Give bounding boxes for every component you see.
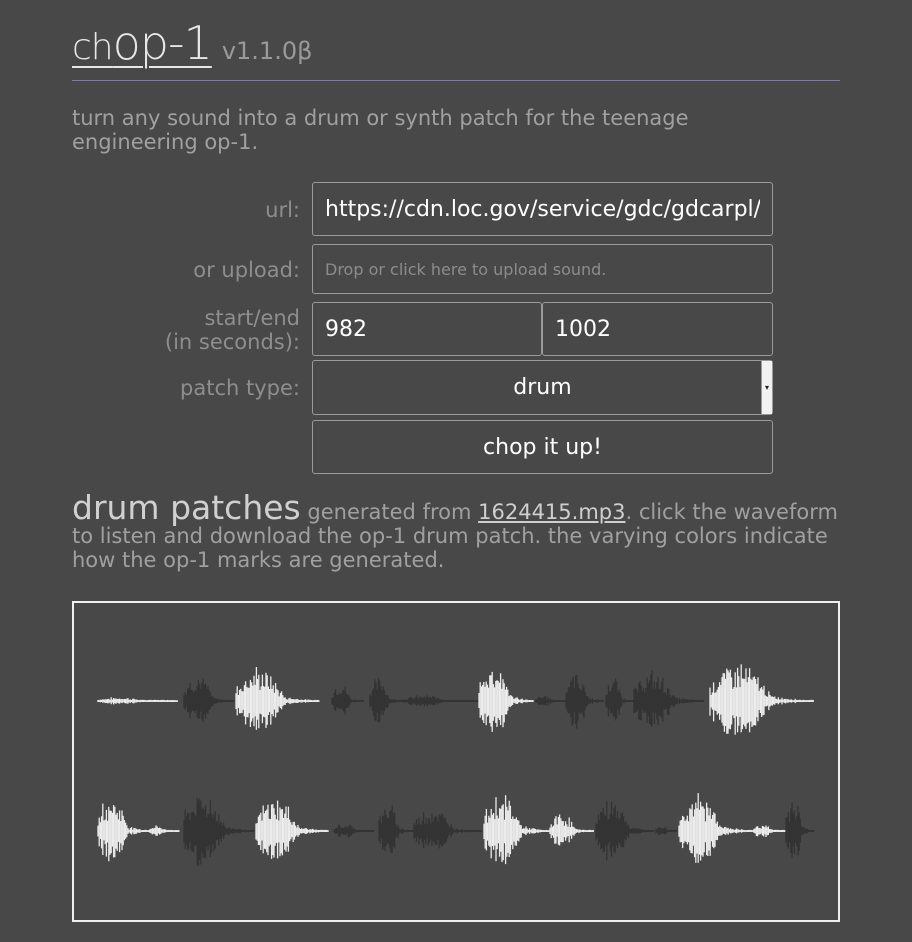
header-divider <box>72 80 840 81</box>
startend-label-line1: start/end <box>204 306 300 330</box>
version-label: v1.1.0β <box>221 37 313 65</box>
end-input[interactable]: 1002 <box>542 302 773 356</box>
upload-placeholder: Drop or click here to upload sound. <box>325 259 607 279</box>
results-text-before: generated from <box>307 500 472 524</box>
upload-dropzone[interactable]: Drop or click here to upload sound. <box>312 244 773 294</box>
source-file-link[interactable]: 1624415.mp3 <box>478 500 625 524</box>
url-input-value: https://cdn.loc.gov/service/gdc/gdcarpl/ <box>325 196 760 222</box>
intro-text: turn any sound into a drum or synth patc… <box>72 106 689 154</box>
page: chop-1 v1.1.0β turn any sound into a dru… <box>0 0 912 942</box>
startend-label-line2: (in seconds): <box>164 330 300 354</box>
start-input[interactable]: 982 <box>312 302 542 356</box>
waveform-row-1[interactable] <box>97 664 814 735</box>
patch-type-select[interactable]: drum ▾ <box>312 360 773 415</box>
startend-label: start/end (in seconds): <box>165 306 300 354</box>
app-title: chop-1 v1.1.0β <box>72 16 312 70</box>
results-description: drum patches generated from 1624415.mp3.… <box>72 491 842 572</box>
waveform-panel <box>72 601 840 922</box>
waveform-canvas[interactable] <box>74 603 838 920</box>
end-input-value: 1002 <box>555 316 611 342</box>
patch-type-label: patch type: <box>180 376 300 400</box>
patch-type-value: drum <box>513 375 572 400</box>
waveform-row-2[interactable] <box>97 793 815 867</box>
upload-label: or upload: <box>193 258 300 282</box>
dropdown-arrow-icon: ▾ <box>761 361 772 414</box>
start-input-value: 982 <box>325 316 367 342</box>
chop-button[interactable]: chop it up! <box>312 420 773 474</box>
chop-button-label: chop it up! <box>483 434 602 460</box>
url-input[interactable]: https://cdn.loc.gov/service/gdc/gdcarpl/ <box>312 182 773 236</box>
results-heading: drum patches <box>72 488 301 527</box>
url-label: url: <box>265 198 300 222</box>
brand-logo[interactable]: chop-1 <box>72 16 213 70</box>
